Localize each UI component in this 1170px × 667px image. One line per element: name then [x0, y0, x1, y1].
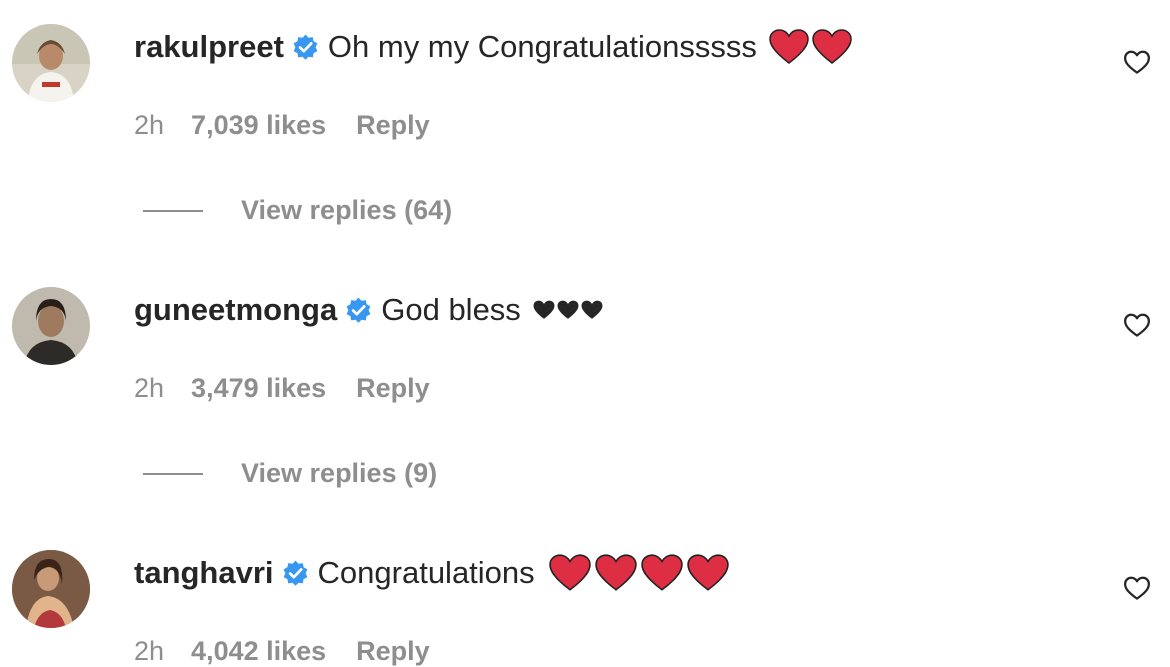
timestamp[interactable]: 2h [134, 373, 164, 404]
reply-button[interactable]: Reply [356, 110, 430, 141]
likes-count[interactable]: 4,042 likes [191, 636, 326, 667]
comment-text: Congratulations [317, 555, 535, 590]
like-heart-icon[interactable] [1122, 47, 1152, 77]
comment-item: tanghavri Congratulations 2h 4,042 likes… [0, 526, 1170, 666]
black-heart-icon [533, 300, 555, 319]
red-heart-icon [548, 554, 591, 591]
verified-badge-icon [345, 297, 372, 324]
comment-meta: 2h 7,039 likes Reply [134, 110, 430, 141]
reply-button[interactable]: Reply [356, 636, 430, 667]
avatar-photo-icon [12, 550, 90, 628]
avatar[interactable] [12, 287, 90, 365]
username[interactable]: tanghavri [134, 553, 274, 593]
view-replies-label: View replies (64) [241, 195, 453, 225]
heart-emojis [533, 300, 603, 320]
username[interactable]: guneetmonga [134, 290, 337, 330]
red-heart-icon [812, 29, 852, 64]
red-heart-icon [686, 554, 729, 591]
view-replies-button[interactable]: View replies (64) [143, 195, 452, 226]
black-heart-icon [581, 300, 603, 319]
heart-emojis [769, 29, 855, 65]
like-heart-icon[interactable] [1122, 310, 1152, 340]
heart-emojis [548, 554, 732, 592]
comment-text: God bless [381, 292, 521, 327]
username[interactable]: rakulpreet [134, 27, 284, 67]
comment-item: guneetmonga God bless 2h 3,479 likes Rep… [0, 263, 1170, 513]
divider [143, 472, 203, 475]
red-heart-icon [640, 554, 683, 591]
comment-meta: 2h 3,479 likes Reply [134, 373, 430, 404]
like-heart-icon[interactable] [1122, 573, 1152, 603]
avatar-photo-icon [12, 287, 90, 365]
comment-meta: 2h 4,042 likes Reply [134, 636, 430, 667]
view-replies-button[interactable]: View replies (9) [143, 458, 437, 489]
timestamp[interactable]: 2h [134, 110, 164, 141]
avatar-photo-icon [12, 24, 90, 102]
black-heart-icon [557, 300, 579, 319]
view-replies-label: View replies (9) [241, 458, 438, 488]
comment-item: rakulpreet Oh my my Congratulationsssss … [0, 0, 1170, 250]
avatar[interactable] [12, 24, 90, 102]
likes-count[interactable]: 3,479 likes [191, 373, 326, 404]
comment-line: tanghavri Congratulations [134, 553, 732, 593]
comment-line: guneetmonga God bless [134, 290, 603, 330]
comment-line: rakulpreet Oh my my Congratulationsssss [134, 27, 855, 67]
verified-badge-icon [282, 560, 309, 587]
timestamp[interactable]: 2h [134, 636, 164, 667]
verified-badge-icon [292, 34, 319, 61]
reply-button[interactable]: Reply [356, 373, 430, 404]
divider [143, 209, 203, 212]
likes-count[interactable]: 7,039 likes [191, 110, 326, 141]
red-heart-icon [594, 554, 637, 591]
comment-text: Oh my my Congratulationsssss [327, 29, 757, 64]
red-heart-icon [769, 29, 809, 64]
avatar[interactable] [12, 550, 90, 628]
